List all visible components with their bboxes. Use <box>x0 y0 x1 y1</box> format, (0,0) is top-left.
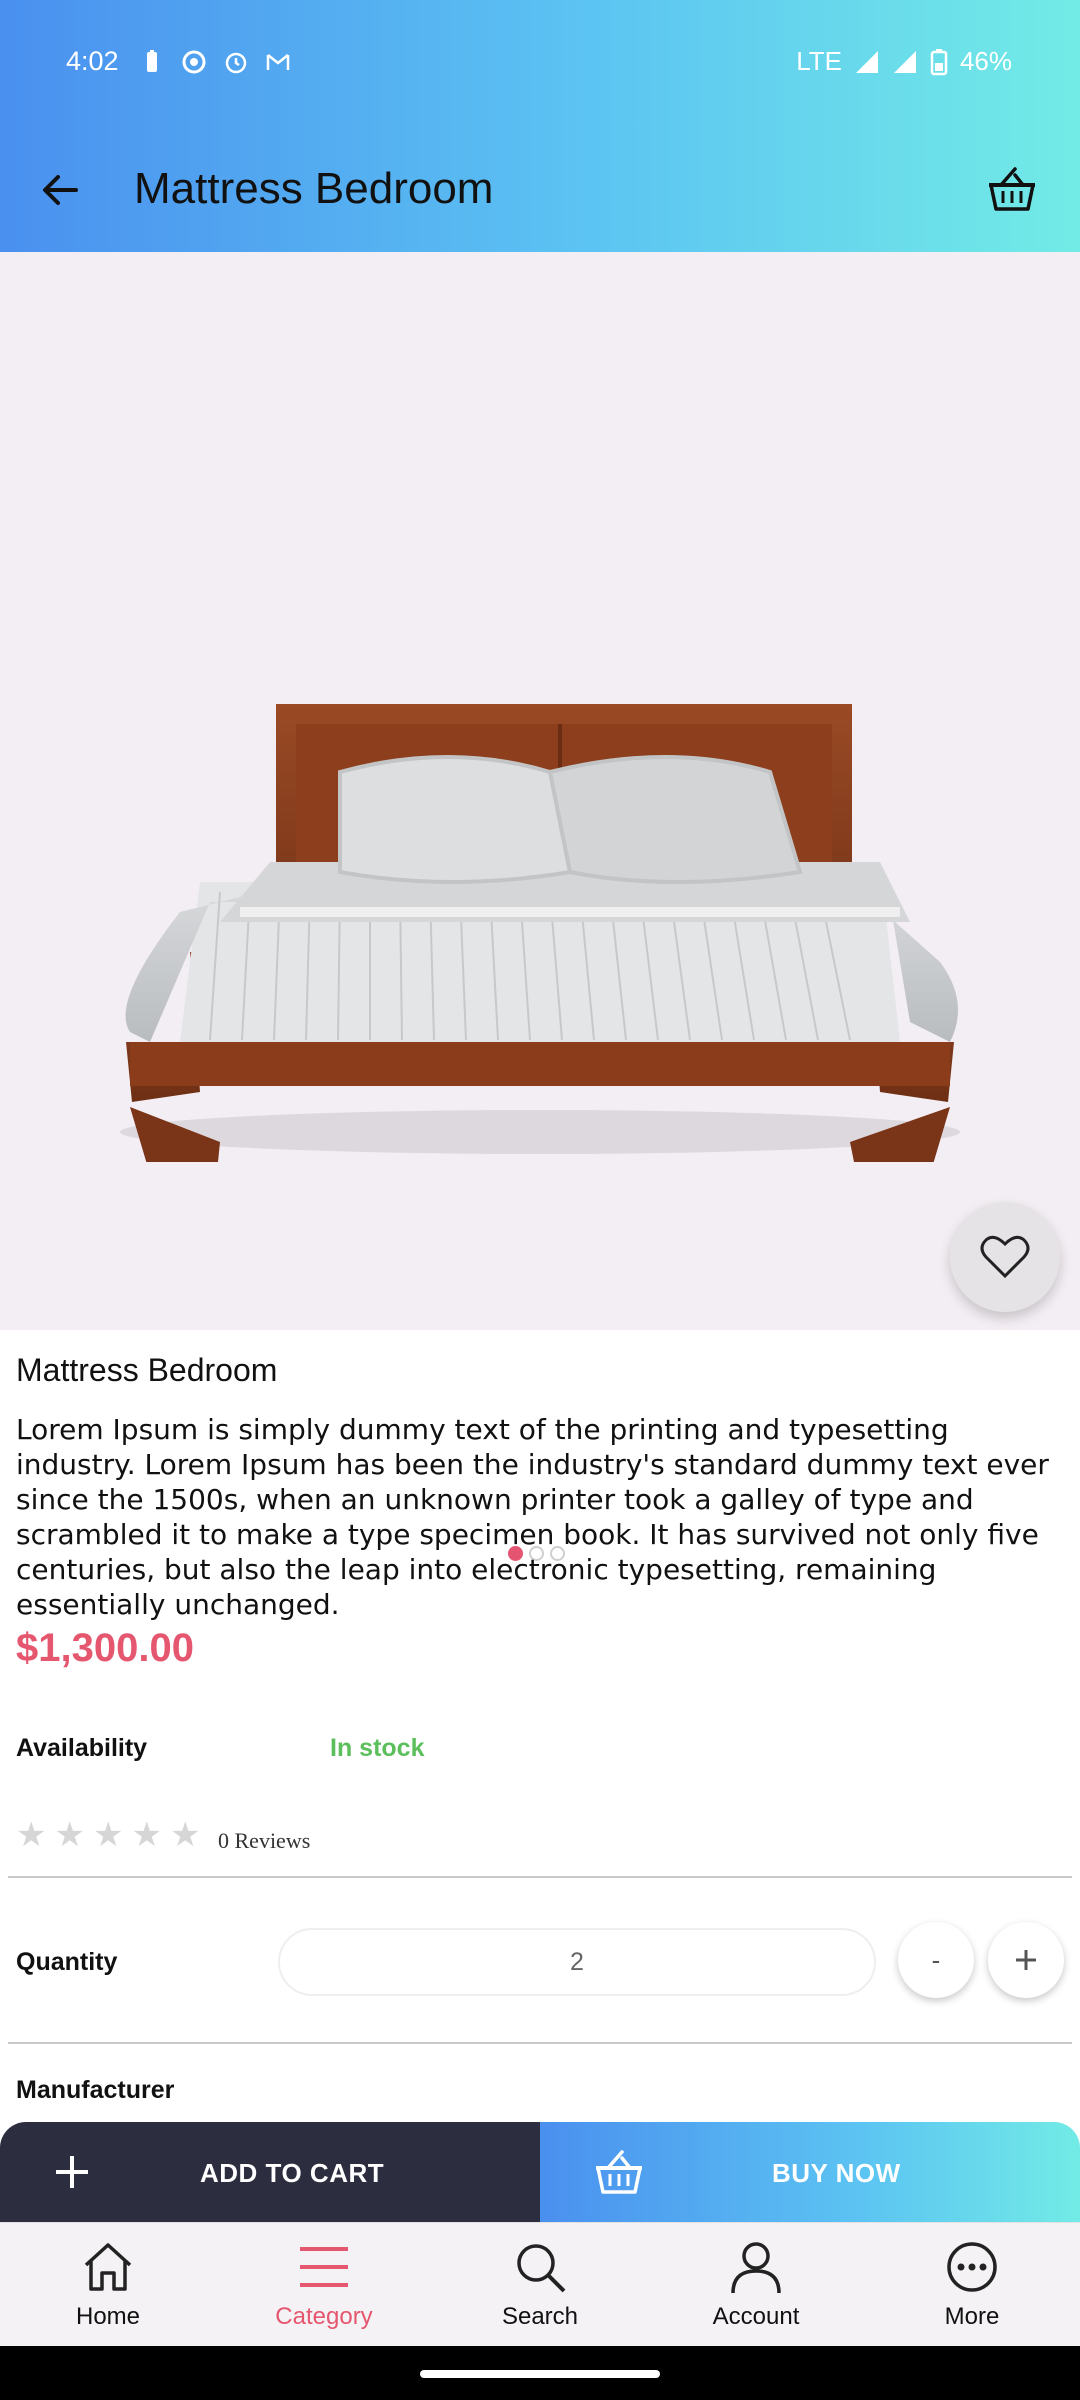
status-right: LTE 46% <box>796 46 1012 77</box>
divider <box>8 1876 1072 1878</box>
rating-stars: ★ ★ ★ ★ ★ <box>16 1818 200 1852</box>
toolbar: Mattress Bedroom <box>0 128 1080 252</box>
signal-icon-2 <box>893 50 916 73</box>
manufacturer-label: Manufacturer <box>16 2076 175 2104</box>
bed-photo <box>120 704 960 1162</box>
page-title: Mattress Bedroom <box>134 164 494 213</box>
product-description: Lorem Ipsum is simply dummy text of the … <box>16 1413 1049 1621</box>
buy-now-button[interactable]: BUY NOW <box>540 2122 1080 2222</box>
app-notification-icon <box>180 48 208 76</box>
basket-icon <box>596 2150 642 2194</box>
add-to-cart-button[interactable]: ADD TO CART <box>0 2122 540 2222</box>
nav-search[interactable]: Search <box>432 2223 648 2347</box>
user-icon <box>726 2237 786 2297</box>
add-to-cart-label: ADD TO CART <box>200 2158 385 2188</box>
arrow-left-icon <box>43 175 78 205</box>
favorite-button[interactable] <box>950 1202 1060 1312</box>
nav-label: Home <box>75 2303 141 2330</box>
star-icon: ★ <box>131 1816 162 1854</box>
star-icon: ★ <box>92 1816 124 1854</box>
quantity-field[interactable]: 2 <box>278 1928 876 1996</box>
status-time: 4:02 <box>66 46 119 76</box>
status-notification-icons <box>138 48 292 76</box>
battery-icon <box>930 48 948 75</box>
product-detail-screen: 4:02 LTE 46% Mattress Bedroom Mattress B… <box>0 0 1080 2400</box>
minus-label: - <box>931 1944 941 1975</box>
reviews-count[interactable]: 0 Reviews <box>218 1828 310 1854</box>
product-price: $1,300.00 <box>16 1626 194 1670</box>
header: 4:02 LTE 46% Mattress Bedroom <box>0 0 1080 252</box>
status-bar: 4:02 LTE 46% <box>0 0 1080 128</box>
cart-button[interactable] <box>982 160 1042 220</box>
buy-now-label: BUY NOW <box>772 2158 901 2188</box>
battery-percent: 46% <box>959 46 1012 76</box>
quantity-decrease-button[interactable]: - <box>898 1922 974 1998</box>
product-image-gallery[interactable] <box>0 252 1080 1561</box>
gmail-icon <box>264 48 292 76</box>
quantity-label: Quantity <box>16 1948 118 1976</box>
availability-label: Availability <box>16 1734 148 1762</box>
search-icon <box>510 2237 570 2297</box>
nav-label: Search <box>501 2303 579 2330</box>
battery-saver-icon <box>138 48 166 76</box>
availability-value: In stock <box>330 1734 425 1762</box>
heart-outline-icon <box>980 1235 1030 1279</box>
signal-icon <box>855 50 878 73</box>
back-button[interactable] <box>28 158 92 222</box>
nav-category[interactable]: Category <box>216 2223 432 2347</box>
basket-icon <box>989 167 1035 211</box>
nav-more[interactable]: More <box>864 2223 1080 2347</box>
quantity-increase-button[interactable] <box>988 1922 1064 1998</box>
home-icon <box>78 2237 138 2297</box>
more-icon <box>942 2237 1002 2297</box>
nav-label: Account <box>712 2303 800 2330</box>
nav-account[interactable]: Account <box>648 2223 864 2347</box>
alarm-icon <box>222 48 250 76</box>
plus-icon <box>56 2156 88 2188</box>
bottom-navigation: Home Category Search Account More <box>0 2222 1080 2346</box>
star-icon: ★ <box>169 1816 201 1854</box>
star-icon: ★ <box>54 1816 85 1854</box>
nav-label: More <box>944 2303 1000 2330</box>
product-name: Mattress Bedroom <box>16 1352 278 1388</box>
home-gesture-handle[interactable] <box>420 2370 660 2378</box>
nav-home[interactable]: Home <box>0 2223 216 2347</box>
plus-icon <box>1016 1950 1036 1970</box>
star-icon: ★ <box>16 1816 47 1854</box>
nav-label: Category <box>275 2303 373 2330</box>
divider <box>8 2042 1072 2044</box>
network-type: LTE <box>796 46 842 76</box>
menu-icon <box>294 2237 354 2297</box>
